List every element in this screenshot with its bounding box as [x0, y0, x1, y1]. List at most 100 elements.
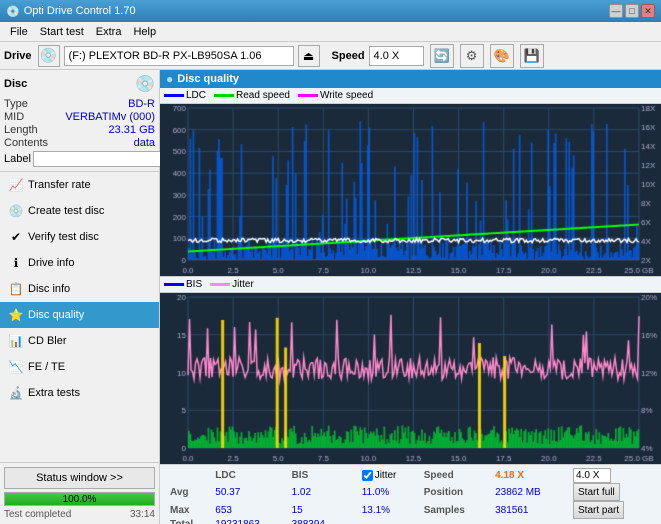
legend-jitter: Jitter	[210, 279, 254, 290]
mid-label: MID	[4, 111, 24, 123]
jitter-checkbox[interactable]	[362, 470, 373, 481]
max-bis: 15	[288, 501, 348, 519]
transfer-rate-label: Transfer rate	[28, 179, 91, 191]
close-button[interactable]: ✕	[641, 4, 655, 18]
max-ldc: 653	[211, 501, 287, 519]
minimize-button[interactable]: —	[609, 4, 623, 18]
title-bar-left: 💿 Opti Drive Control 1.70	[6, 5, 136, 18]
nav-item-create-test-disc[interactable]: 💿 Create test disc	[0, 198, 159, 224]
title-bar-controls[interactable]: — □ ✕	[609, 4, 655, 18]
extra-tests-label: Extra tests	[28, 387, 80, 399]
menu-help[interactable]: Help	[127, 24, 162, 40]
eject-button[interactable]: ⏏	[298, 45, 320, 67]
start-full-button[interactable]: Start full	[573, 483, 620, 501]
start-part-button[interactable]: Start part	[573, 501, 624, 519]
disc-quality-icon: ⭐	[8, 308, 24, 322]
menu-extra[interactable]: Extra	[90, 24, 128, 40]
verify-test-disc-label: Verify test disc	[28, 231, 99, 243]
speed-dropdown-sm[interactable]: 4.0 X	[573, 468, 611, 483]
disc-panel: Disc 💿 Type BD-R MID VERBATIMv (000) Len…	[0, 70, 159, 172]
jitter-label: Jitter	[375, 470, 397, 481]
total-bis: 388394	[288, 519, 348, 524]
disc-type-row: Type BD-R	[4, 98, 155, 110]
nav-items: 📈 Transfer rate 💿 Create test disc ✔ Verify t…	[0, 172, 159, 462]
nav-item-drive-info[interactable]: ℹDrive info	[0, 250, 159, 276]
length-value: 23.31 GB	[109, 124, 155, 136]
contents-label: Contents	[4, 137, 48, 149]
stats-left: LDC BIS Jitter Speed 4.18 X	[160, 465, 661, 524]
refresh-button[interactable]: 🔄	[430, 44, 454, 68]
avg-jitter: 11.0%	[358, 483, 420, 501]
nav-item-transfer-rate[interactable]: 📈 Transfer rate	[0, 172, 159, 198]
disc-title: Disc	[4, 78, 27, 90]
drive-info-label: Drive info	[28, 257, 74, 269]
nav-item-cd-bler[interactable]: 📊CD Bler	[0, 328, 159, 354]
menu-bar: File Start test Extra Help	[0, 22, 661, 42]
chart-title: Disc quality	[177, 73, 239, 85]
drive-dropdown[interactable]: (F:) PLEXTOR BD-R PX-LB950SA 1.06	[64, 46, 294, 66]
menu-start-test[interactable]: Start test	[34, 24, 90, 40]
disc-icon: 💿	[135, 74, 155, 94]
verify-test-disc-icon: ✔	[8, 230, 24, 244]
legend-read-speed: Read speed	[214, 90, 290, 101]
cd-bler-icon: 📊	[8, 334, 24, 348]
type-value: BD-R	[128, 98, 155, 110]
maximize-button[interactable]: □	[625, 4, 639, 18]
disc-info-label: Disc info	[28, 283, 70, 295]
speed-val: 4.18 X	[491, 468, 569, 483]
charts-wrapper: LDC Read speed Write speed	[160, 88, 661, 524]
total-ldc: 19231863	[211, 519, 287, 524]
speed-dropdown-cell[interactable]: 4.0 X	[569, 468, 655, 483]
disc-info-icon: 📋	[8, 282, 24, 296]
save-button[interactable]: 💾	[520, 44, 544, 68]
title-bar: 💿 Opti Drive Control 1.70 — □ ✕	[0, 0, 661, 22]
progress-bar: 100.0%	[4, 492, 155, 506]
disc-quality-label: Disc quality	[28, 309, 84, 321]
chart-header: ● Disc quality	[160, 70, 661, 88]
create-test-disc-icon: 💿	[8, 204, 24, 218]
nav-item-extra-tests[interactable]: 🔬Extra tests	[0, 380, 159, 406]
time-text: 33:14	[130, 509, 155, 520]
drive-bar: Drive 💿 (F:) PLEXTOR BD-R PX-LB950SA 1.0…	[0, 42, 661, 70]
upper-chart-container	[160, 104, 661, 276]
nav-item-verify-test-disc[interactable]: ✔ Verify test disc	[0, 224, 159, 250]
nav-item-disc-quality[interactable]: ⭐ Disc quality	[0, 302, 159, 328]
upper-chart-canvas	[160, 104, 661, 276]
lower-legend: BIS Jitter	[160, 277, 661, 293]
create-test-disc-label: Create test disc	[28, 205, 104, 217]
status-window-button[interactable]: Status window >>	[4, 467, 155, 489]
max-jitter: 13.1%	[358, 501, 420, 519]
disc-mid-row: MID VERBATIMv (000)	[4, 111, 155, 123]
speed-dropdown[interactable]: 4.0 X	[369, 46, 424, 66]
chart-area: ● Disc quality LDC Read speed	[160, 70, 661, 524]
type-label: Type	[4, 98, 28, 110]
length-label: Length	[4, 124, 38, 136]
nav-item-fe-te[interactable]: 📉 FE / TE	[0, 354, 159, 380]
lower-chart-canvas	[160, 293, 661, 464]
disc-label-row: Label ✏	[4, 151, 155, 167]
mid-value: VERBATIMv (000)	[65, 111, 155, 123]
jitter-checkbox-row: Jitter	[362, 470, 416, 481]
status-text: Test completed	[4, 509, 71, 520]
label-input[interactable]	[33, 151, 167, 167]
app-icon: 💿	[6, 5, 20, 18]
fe-te-icon: 📉	[8, 360, 24, 374]
sidebar: Disc 💿 Type BD-R MID VERBATIMv (000) Len…	[0, 70, 160, 524]
stats-row: LDC BIS Jitter Speed 4.18 X	[160, 464, 661, 524]
nav-item-disc-info[interactable]: 📋 Disc info	[0, 276, 159, 302]
menu-file[interactable]: File	[4, 24, 34, 40]
transfer-rate-icon: 📈	[8, 178, 24, 192]
avg-ldc: 50.37	[211, 483, 287, 501]
legend-bis: BIS	[164, 279, 202, 290]
avg-bis: 1.02	[288, 483, 348, 501]
contents-value: data	[134, 137, 155, 149]
drive-icon-button[interactable]: 💿	[38, 45, 60, 67]
stats-table: LDC BIS Jitter Speed 4.18 X	[166, 468, 655, 524]
fe-te-label: FE / TE	[28, 361, 65, 373]
settings-button[interactable]: ⚙	[460, 44, 484, 68]
upper-legend: LDC Read speed Write speed	[160, 88, 661, 104]
main-content: Disc 💿 Type BD-R MID VERBATIMv (000) Len…	[0, 70, 661, 524]
legend-write-speed: Write speed	[298, 90, 373, 101]
palette-button[interactable]: 🎨	[490, 44, 514, 68]
sidebar-bottom: Status window >> 100.0% Test completed 3…	[0, 462, 159, 524]
